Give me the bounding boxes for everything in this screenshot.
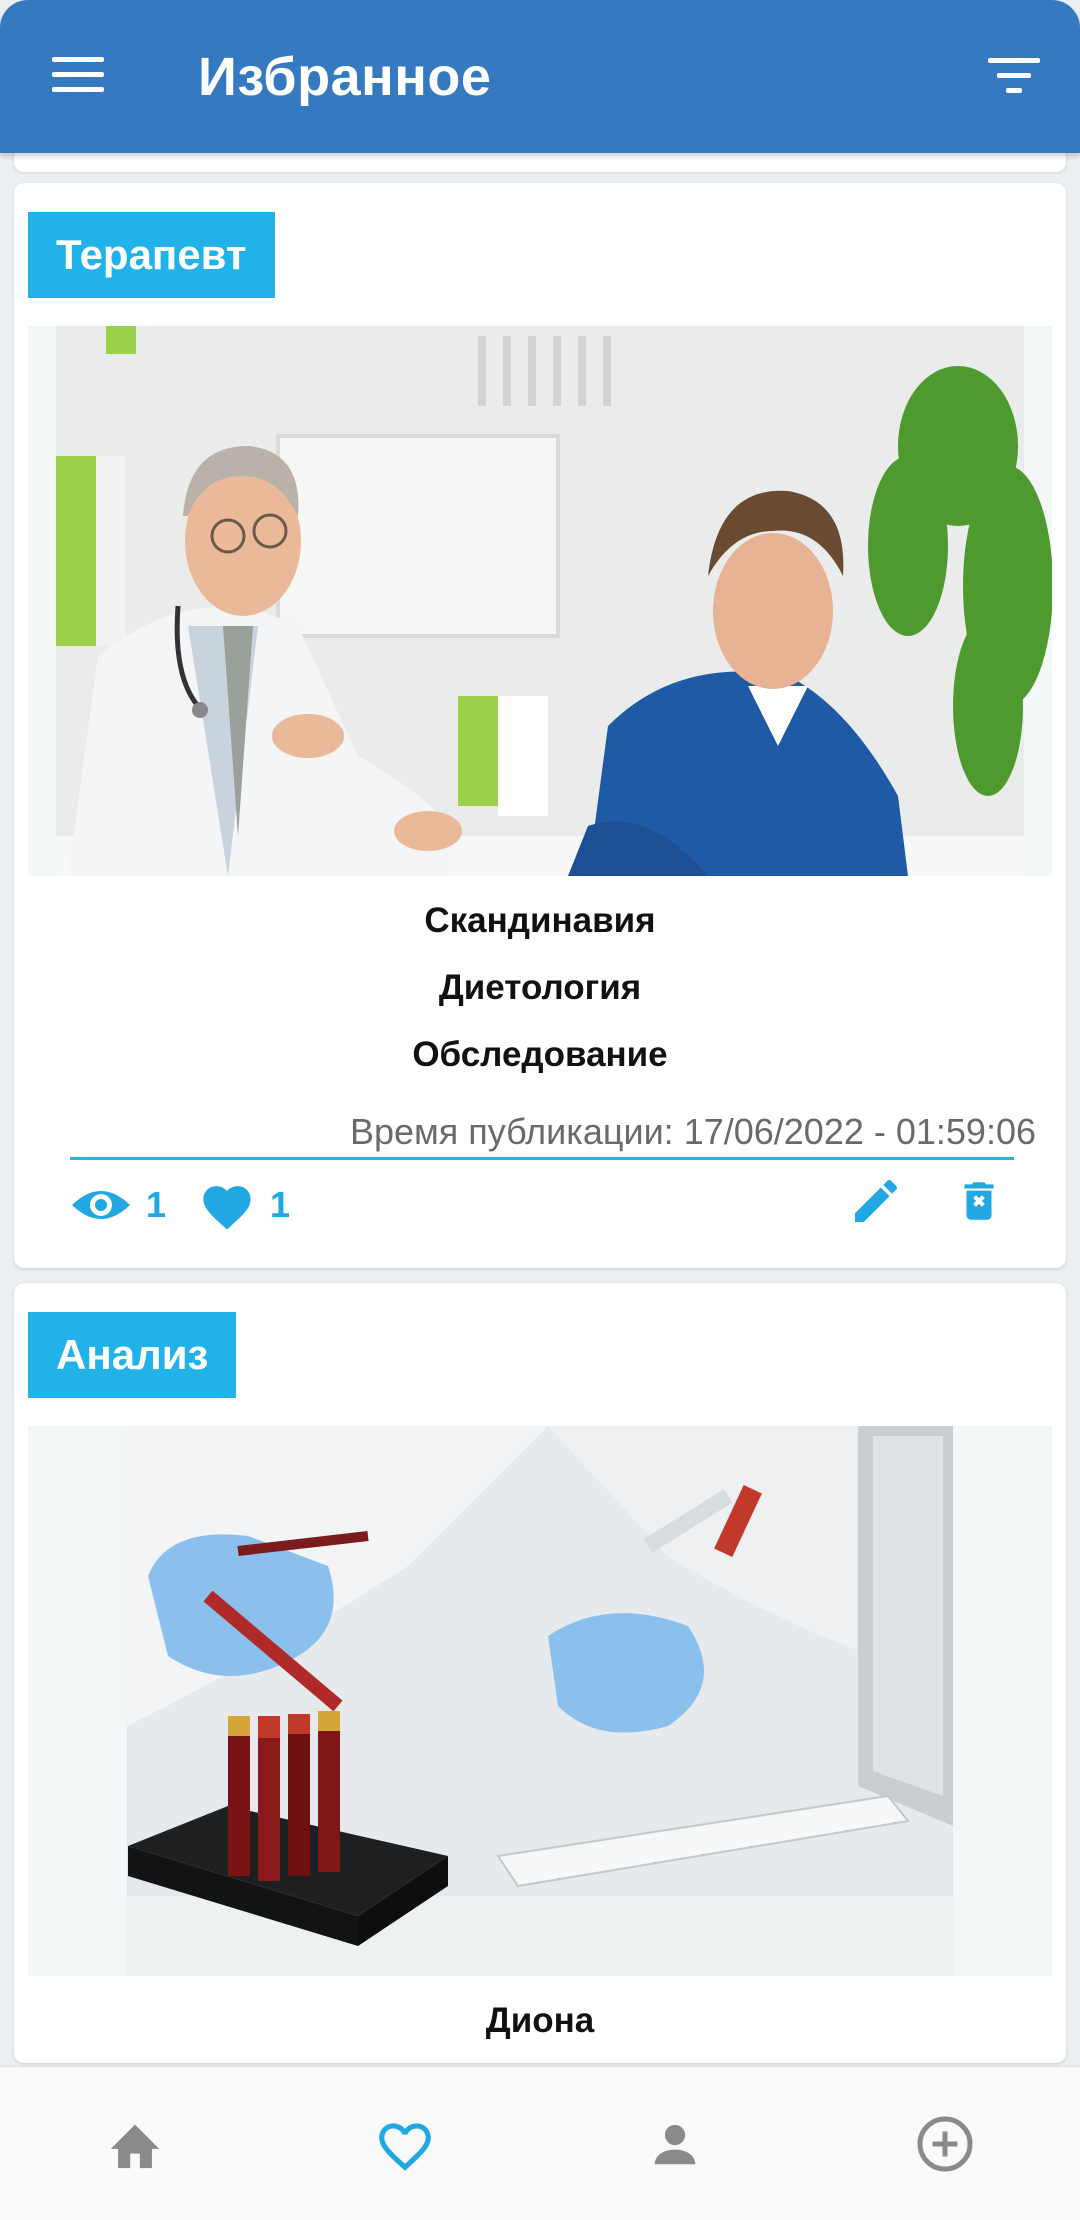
lab-test-tubes-photo	[28, 1426, 1052, 1976]
nav-favorites[interactable]	[335, 2094, 475, 2194]
eye-icon	[72, 1191, 130, 1219]
bottom-navigation	[0, 2066, 1080, 2220]
card-service: Обследование	[412, 1035, 668, 1074]
publication-date: Время публикации: 17/06/2022 - 01:59:06	[349, 1111, 1036, 1152]
divider	[70, 1157, 1014, 1160]
card-image-lab-analysis[interactable]	[28, 1426, 1052, 1976]
card-actions	[848, 1173, 1004, 1229]
person-icon	[654, 2124, 696, 2164]
favorite-card[interactable]: Терапевт Скандинавия Диетология Обследов…	[14, 183, 1066, 1268]
page-title: Избранное	[198, 47, 492, 107]
delete-icon[interactable]	[954, 1173, 1004, 1229]
favorite-card[interactable]: Анализ Диона	[14, 1283, 1066, 2063]
home-icon	[110, 2124, 160, 2168]
app-screen: Избранное Терапевт Скандинавия Диетологи…	[0, 0, 1080, 2220]
app-bar: Избранное	[0, 0, 1080, 153]
category-badge: Анализ	[28, 1312, 237, 1398]
doctor-patient-photo	[28, 326, 1052, 876]
edit-icon[interactable]	[848, 1173, 904, 1229]
nav-home[interactable]	[65, 2094, 205, 2194]
nav-profile[interactable]	[605, 2094, 745, 2194]
card-stats: 1 1	[70, 1173, 322, 1237]
menu-icon[interactable]	[52, 57, 104, 93]
likes-count: 1	[270, 1184, 291, 1225]
card-title: Диона	[485, 2001, 595, 2040]
filter-icon[interactable]	[988, 58, 1040, 96]
views-count: 1	[146, 1184, 167, 1225]
nav-add[interactable]	[875, 2094, 1015, 2194]
heart-icon[interactable]	[198, 1179, 256, 1231]
heart-outline-icon	[379, 2122, 431, 2171]
card-image-doctor-consultation[interactable]	[28, 326, 1052, 876]
category-badge: Терапевт	[28, 212, 275, 298]
card-subtitle: Диетология	[438, 968, 642, 1007]
card-title: Скандинавия	[424, 901, 656, 940]
add-circle-icon	[917, 2116, 973, 2171]
